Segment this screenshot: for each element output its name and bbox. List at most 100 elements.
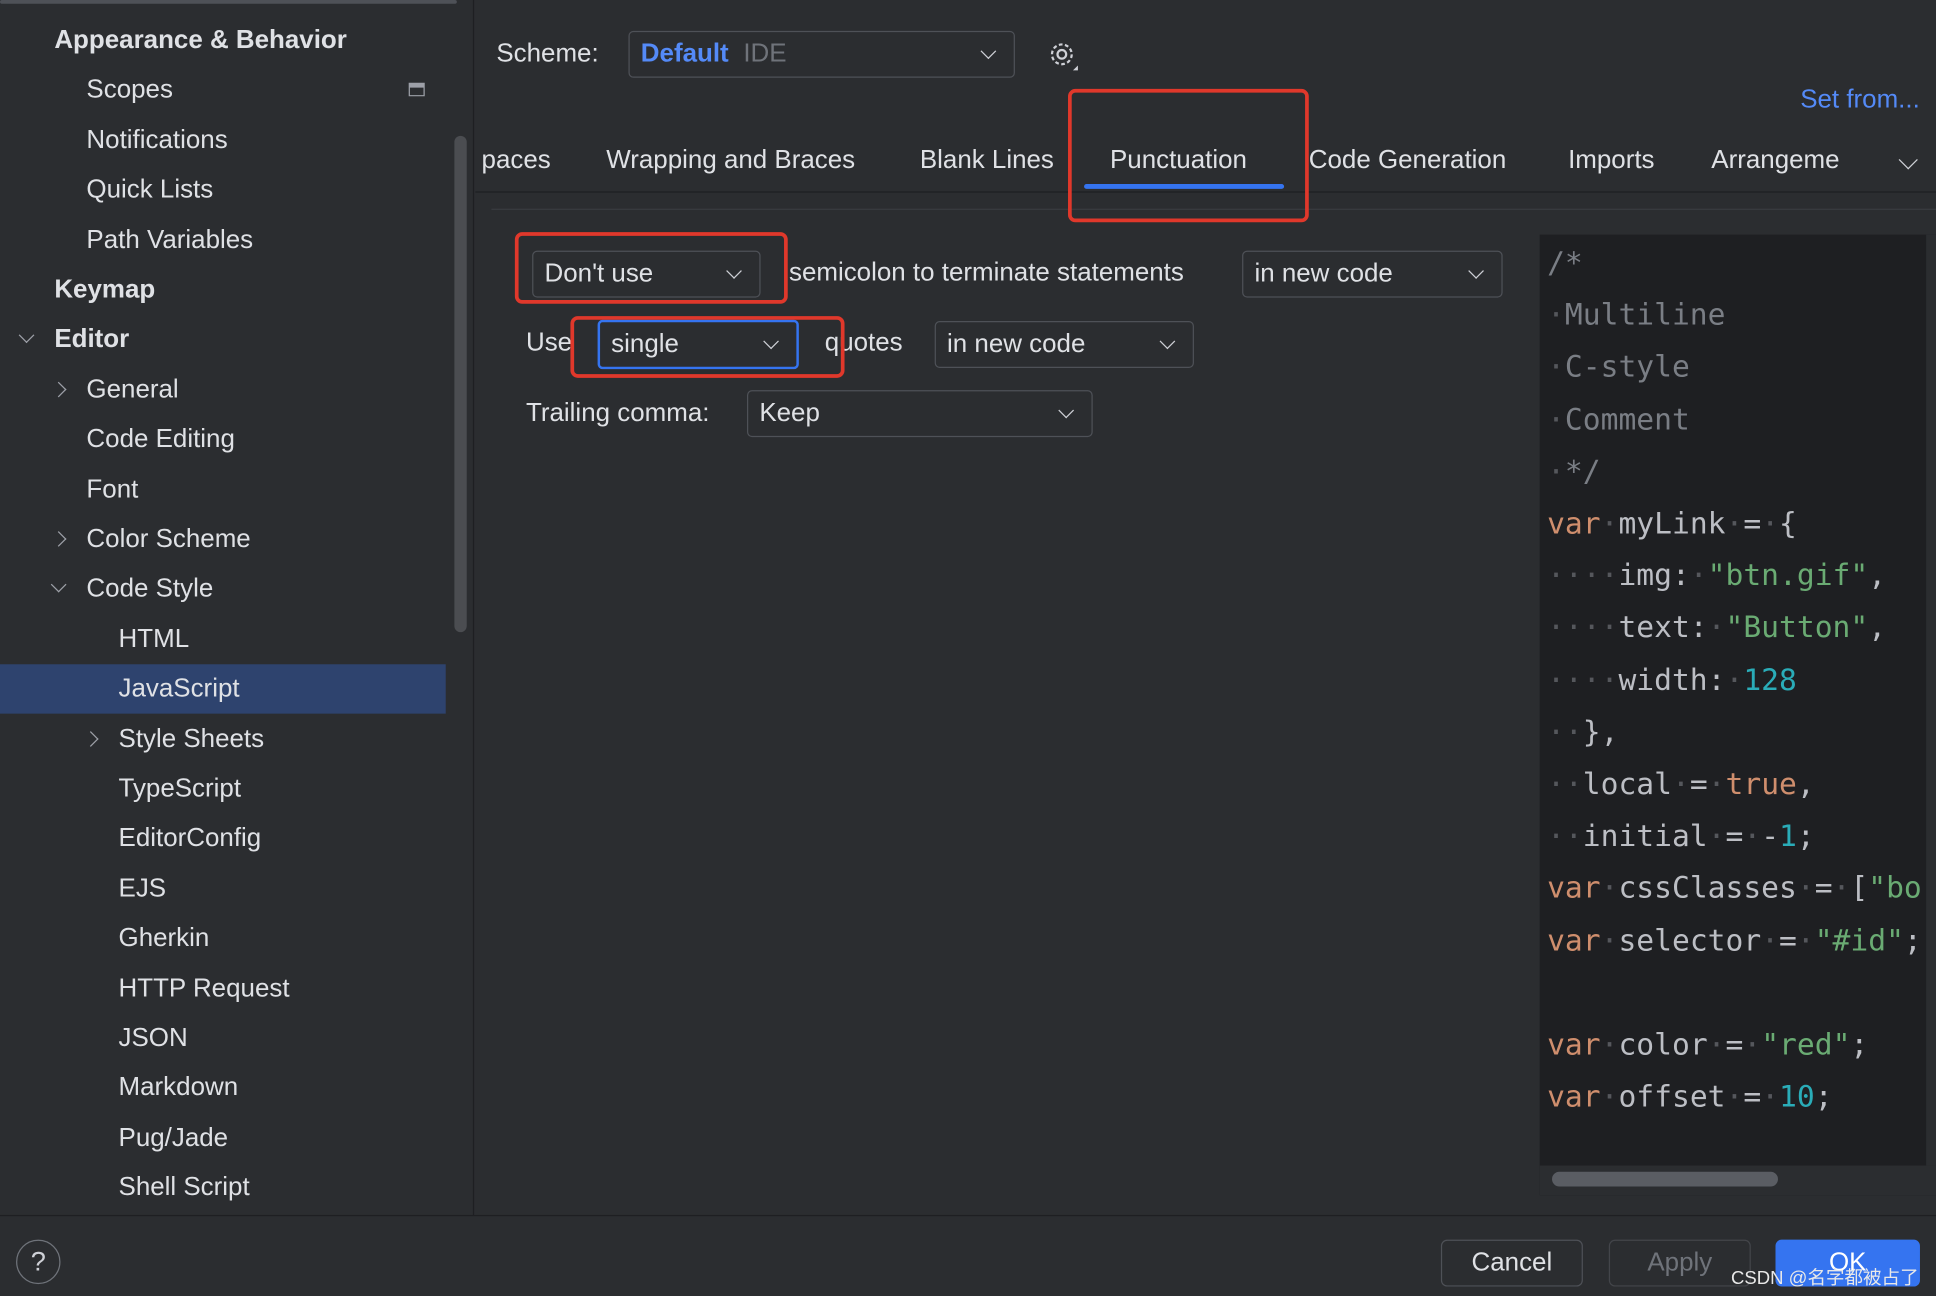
code-token: ·: [1707, 818, 1726, 854]
code-token: ,: [1796, 766, 1815, 802]
window-icon: [408, 83, 425, 97]
code-line: ·*/: [1547, 445, 1601, 497]
code-token: var: [1547, 1079, 1601, 1114]
code-token: ·: [1547, 454, 1565, 489]
sidebar-item-label: Path Variables: [86, 225, 254, 254]
code-token: ·: [1743, 818, 1762, 854]
code-token: ··: [1547, 818, 1583, 854]
code-token: ·: [1707, 610, 1726, 645]
code-token: =: [1689, 766, 1708, 802]
apply-button[interactable]: Apply: [1608, 1239, 1751, 1287]
chevron-down-icon[interactable]: [18, 327, 35, 344]
sidebar-item-code-editing[interactable]: Code Editing: [0, 415, 446, 464]
highlight-box-tab: [1068, 88, 1309, 223]
code-line: /*: [1547, 237, 1583, 289]
chevron-down-icon[interactable]: [50, 577, 67, 593]
preview-hscrollbar[interactable]: [1552, 1171, 1778, 1187]
settings-tree: Appearance & Behavior Scopes Notifications…: [0, 0, 475, 1215]
code-token: offset: [1618, 1079, 1726, 1114]
sidebar-item-label: JavaScript: [118, 674, 240, 703]
sidebar-item-label: General: [86, 375, 179, 404]
code-token: ,: [1868, 558, 1887, 593]
sidebar-item-notifications[interactable]: Notifications: [0, 116, 446, 165]
chevron-right-icon[interactable]: [50, 531, 67, 547]
quotes-scope-dropdown[interactable]: in new code: [934, 321, 1194, 368]
sidebar-item-style-sheets[interactable]: Style Sheets: [0, 714, 446, 763]
chevron-down-icon: [1058, 402, 1075, 419]
code-line: var·offset·=·10;: [1547, 1071, 1833, 1123]
code-preview: /* ·Multiline ·C-style ·Comment ·*/var·myLin…: [1539, 234, 1936, 1196]
sidebar-item-general[interactable]: General: [0, 365, 446, 414]
code-token: ·: [1547, 349, 1565, 385]
set-from-link[interactable]: Set from...: [1800, 85, 1920, 115]
tab-wrapping-and-braces[interactable]: Wrapping and Braces: [606, 146, 855, 176]
code-token: ·: [1547, 402, 1565, 437]
sidebar-item-scopes[interactable]: Scopes: [0, 66, 446, 115]
trailing-comma-dropdown[interactable]: Keep: [746, 390, 1093, 438]
tab-blank-lines[interactable]: Blank Lines: [920, 146, 1054, 176]
sidebar-item-label: Gherkin: [118, 923, 210, 953]
sidebar-item-json[interactable]: JSON: [0, 1014, 446, 1063]
code-token: },: [1582, 714, 1619, 750]
sidebar-item-label: Editor: [54, 325, 130, 354]
help-button[interactable]: ?: [16, 1239, 61, 1285]
sidebar-item-editorconfig[interactable]: EditorConfig: [0, 814, 446, 863]
sidebar-item-typescript[interactable]: TypeScript: [0, 764, 446, 813]
sidebar-item-markdown[interactable]: Markdown: [0, 1064, 446, 1113]
chevron-down-icon: [1159, 333, 1176, 350]
sidebar-item-http-request[interactable]: HTTP Request: [0, 964, 446, 1013]
code-token: "Button": [1725, 610, 1869, 645]
code-token: ·: [1671, 766, 1690, 802]
sidebar-item-editor[interactable]: Editor: [0, 315, 446, 364]
code-line: ·C-style: [1547, 341, 1690, 393]
scheme-type: IDE: [743, 39, 787, 68]
sidebar-item-color-scheme[interactable]: Color Scheme: [0, 515, 446, 564]
code-token: 10: [1779, 1079, 1815, 1114]
sidebar-item-javascript[interactable]: JavaScript: [0, 664, 446, 714]
code-line: ··local·=·true,: [1547, 758, 1815, 810]
code-line: ··initial·=·-1;: [1547, 810, 1815, 862]
sidebar-item-pug-jade[interactable]: Pug/Jade: [0, 1113, 446, 1162]
preview-vscrollbar[interactable]: [1926, 234, 1936, 1166]
sidebar-item-label: Font: [86, 474, 139, 504]
gear-icon[interactable]: [1046, 38, 1081, 73]
semicolon-scope-dropdown[interactable]: in new code: [1242, 250, 1503, 298]
sidebar-item-code-style[interactable]: Code Style: [0, 565, 446, 614]
chevron-right-icon[interactable]: [82, 730, 99, 747]
code-token: var: [1547, 1027, 1601, 1062]
sidebar-item-font[interactable]: Font: [0, 465, 446, 514]
sidebar-item-quick-lists[interactable]: Quick Lists: [0, 166, 446, 215]
sidebar-item-label: Scopes: [86, 75, 173, 105]
sidebar-item-html[interactable]: HTML: [0, 615, 446, 664]
sidebar-item-keymap[interactable]: Keymap: [0, 265, 446, 314]
chevron-right-icon[interactable]: [50, 381, 67, 398]
code-line: ····text:·"Button",: [1547, 602, 1886, 654]
sidebar-scrollbar[interactable]: [454, 135, 467, 633]
sidebar-item-path-variables[interactable]: Path Variables: [0, 216, 446, 265]
cancel-button[interactable]: Cancel: [1440, 1239, 1583, 1287]
code-token: 1: [1779, 818, 1797, 854]
code-token: =: [1743, 506, 1762, 541]
code-token: var: [1547, 870, 1601, 906]
code-line: ··},: [1547, 706, 1618, 758]
sidebar-item-appearance-behavior[interactable]: Appearance & Behavior: [0, 16, 446, 65]
watermark: CSDN @名字都被占了: [1731, 1268, 1919, 1290]
code-token: ·: [1689, 558, 1708, 593]
code-token: ··: [1547, 766, 1583, 802]
code-token: selector: [1618, 923, 1762, 958]
code-token: =: [1725, 818, 1744, 854]
tab-code-generation[interactable]: Code Generation: [1309, 146, 1506, 176]
tabs-overflow-chevron-icon[interactable]: [1898, 150, 1918, 170]
code-line: ····width:·128: [1547, 654, 1797, 706]
tab-paces[interactable]: paces: [482, 146, 551, 176]
sidebar-item-label: Markdown: [118, 1073, 239, 1102]
tab-imports[interactable]: Imports: [1568, 146, 1654, 176]
sidebar-item-label: Quick Lists: [86, 175, 214, 204]
sidebar-item-ejs[interactable]: EJS: [0, 864, 446, 913]
scheme-dropdown[interactable]: Default IDE: [628, 30, 1015, 78]
semicolon-scope-value: in new code: [1254, 259, 1393, 288]
code-token: 128: [1743, 662, 1797, 698]
sidebar-item-shell-script[interactable]: Shell Script: [0, 1163, 446, 1212]
sidebar-item-gherkin[interactable]: Gherkin: [0, 914, 446, 963]
tab-arrangeme[interactable]: Arrangeme: [1711, 146, 1839, 176]
